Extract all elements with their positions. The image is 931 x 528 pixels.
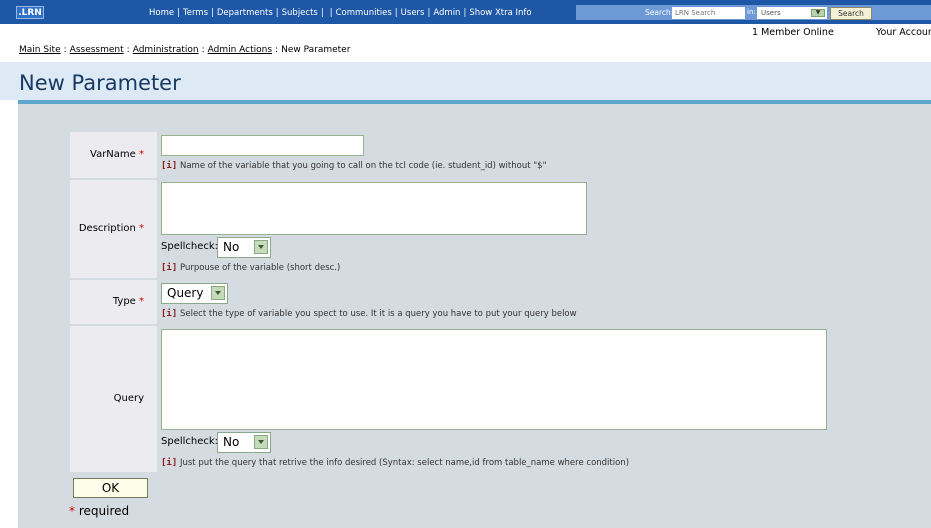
nav-show-xtra-info[interactable]: Show Xtra Info bbox=[469, 8, 531, 18]
query-help: [i] Just put the query that retrive the … bbox=[161, 458, 629, 468]
type-select[interactable]: Query bbox=[161, 283, 228, 304]
members-online[interactable]: 1 Member Online bbox=[752, 27, 834, 38]
required-marker: * bbox=[139, 149, 144, 160]
nav-admin[interactable]: Admin bbox=[433, 8, 460, 18]
description-spellcheck-select[interactable]: No bbox=[217, 237, 271, 258]
breadcrumb-main-site[interactable]: Main Site bbox=[19, 45, 61, 55]
query-spellcheck-select[interactable]: No bbox=[217, 432, 271, 453]
search-input[interactable] bbox=[672, 7, 745, 19]
breadcrumb-admin-actions[interactable]: Admin Actions bbox=[208, 45, 272, 55]
chevron-down-icon[interactable] bbox=[211, 286, 225, 300]
info-icon[interactable]: [i] bbox=[161, 309, 177, 319]
search-label: Search: bbox=[645, 8, 674, 17]
type-label: Type bbox=[112, 296, 136, 307]
breadcrumb-current: New Parameter bbox=[281, 45, 351, 55]
nav-home[interactable]: Home bbox=[149, 8, 174, 18]
search-scope-value: Users bbox=[761, 9, 781, 17]
search-button[interactable]: Search bbox=[830, 7, 872, 20]
nav-users[interactable]: Users bbox=[401, 8, 425, 18]
varname-input[interactable] bbox=[161, 135, 364, 156]
query-help-text: Just put the query that retrive the info… bbox=[179, 458, 630, 468]
required-marker: * bbox=[139, 223, 144, 234]
type-help: [i] Select the type of variable you spec… bbox=[161, 309, 577, 319]
required-note: * required bbox=[69, 504, 129, 518]
description-label: Description bbox=[78, 223, 136, 234]
nav-subjects[interactable]: Subjects bbox=[282, 8, 318, 18]
required-note-text: required bbox=[78, 504, 130, 518]
varname-help-text: Name of the variable that you going to c… bbox=[179, 161, 547, 171]
query-label: Query bbox=[113, 393, 144, 404]
chevron-down-icon[interactable] bbox=[254, 240, 268, 254]
nav-communities[interactable]: Communities bbox=[336, 8, 392, 18]
description-spellcheck-value: No bbox=[223, 240, 240, 254]
varname-label-cell: VarName * bbox=[70, 132, 157, 178]
type-help-text: Select the type of variable you spect to… bbox=[179, 309, 577, 319]
description-spellcheck-label: Spellcheck: bbox=[161, 241, 219, 252]
breadcrumb-administration[interactable]: Administration bbox=[133, 45, 199, 55]
breadcrumb: Main Site: Assessment: Administration: Admi… bbox=[19, 45, 351, 55]
description-label-cell: Description * bbox=[70, 180, 157, 278]
info-icon[interactable]: [i] bbox=[161, 161, 177, 171]
search-scope-select[interactable]: Users ▼ bbox=[757, 7, 827, 19]
main-nav: Home | Terms | Departments | Subjects | | Communi… bbox=[149, 8, 532, 18]
type-label-cell: Type * bbox=[70, 280, 157, 324]
chevron-down-icon[interactable] bbox=[254, 435, 268, 449]
info-icon[interactable]: [i] bbox=[161, 458, 177, 468]
dotlrn-logo[interactable]: .LRN bbox=[16, 6, 44, 19]
description-help: [i] Purpouse of the variable (short desc… bbox=[161, 263, 340, 273]
page-title: New Parameter bbox=[19, 71, 181, 95]
ok-button[interactable]: OK bbox=[73, 478, 148, 498]
info-icon[interactable]: [i] bbox=[161, 263, 177, 273]
varname-label: VarName bbox=[90, 149, 136, 160]
required-marker: * bbox=[139, 296, 144, 307]
query-spellcheck-label: Spellcheck: bbox=[161, 436, 219, 447]
nav-terms[interactable]: Terms bbox=[183, 8, 208, 18]
your-account-link[interactable]: Your Account bbox=[876, 27, 931, 38]
search-in-label: in: bbox=[747, 8, 756, 16]
chevron-down-icon[interactable]: ▼ bbox=[811, 9, 825, 17]
breadcrumb-assessment[interactable]: Assessment bbox=[70, 45, 124, 55]
description-help-text: Purpouse of the variable (short desc.) bbox=[179, 263, 341, 273]
query-label-cell: Query bbox=[70, 326, 157, 472]
description-textarea[interactable] bbox=[161, 182, 587, 235]
query-textarea[interactable] bbox=[161, 329, 827, 430]
required-marker: * bbox=[69, 504, 75, 518]
query-spellcheck-value: No bbox=[223, 435, 240, 449]
varname-help: [i] Name of the variable that you going … bbox=[161, 161, 546, 171]
nav-departments[interactable]: Departments bbox=[217, 8, 273, 18]
type-select-value: Query bbox=[167, 286, 204, 300]
